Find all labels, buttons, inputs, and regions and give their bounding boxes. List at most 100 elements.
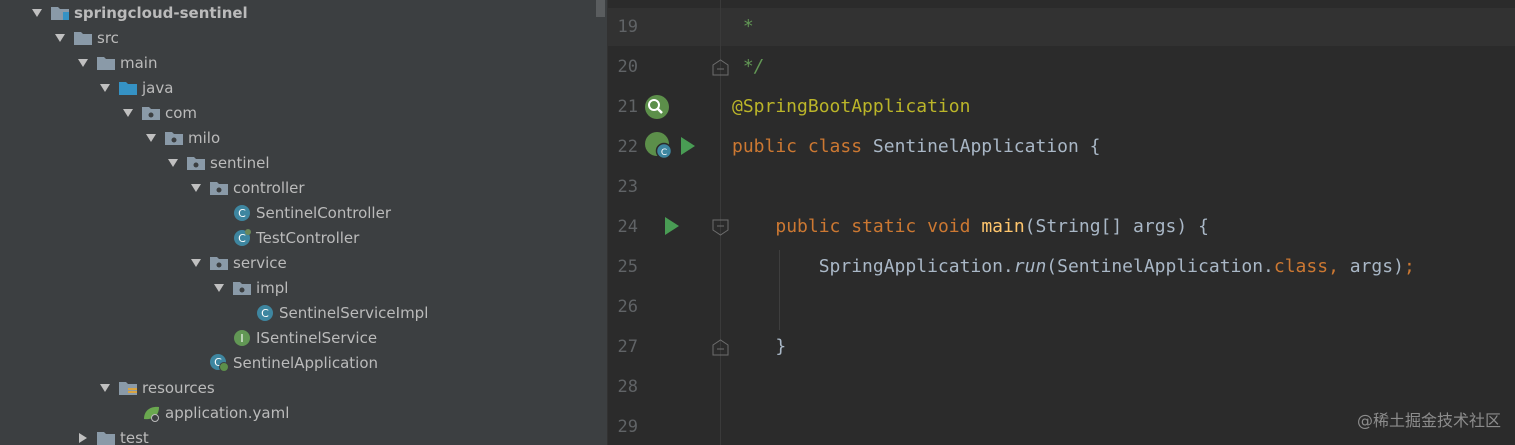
tree-item-com[interactable]: com bbox=[0, 100, 608, 125]
watermark: @稀土掘金技术社区 bbox=[1356, 411, 1501, 430]
line-number: 21 bbox=[617, 97, 638, 117]
keyword-token: class bbox=[807, 136, 863, 157]
ide-window: springcloud-sentinel src main java com m… bbox=[0, 0, 1515, 445]
line-number: 29 bbox=[617, 417, 638, 437]
tree-item-src[interactable]: src bbox=[0, 25, 608, 50]
tree-item-label: sentinel bbox=[210, 153, 270, 172]
svg-text:C: C bbox=[238, 232, 246, 245]
expand-arrow-icon[interactable] bbox=[144, 131, 158, 145]
expand-arrow-icon[interactable] bbox=[166, 156, 180, 170]
code-line-21: @SpringBootApplication bbox=[732, 96, 971, 117]
tree-item-label: com bbox=[165, 103, 198, 122]
package-icon bbox=[209, 254, 229, 272]
tree-item-sentinelapplication[interactable]: C SentinelApplication bbox=[0, 350, 608, 375]
interface-icon: I bbox=[232, 329, 252, 347]
expand-arrow-icon[interactable] bbox=[76, 56, 90, 70]
expand-arrow-icon[interactable] bbox=[53, 31, 67, 45]
tree-item-label: application.yaml bbox=[165, 403, 290, 422]
line-number: 20 bbox=[617, 57, 638, 77]
code-token: SentinelApplication { bbox=[872, 136, 1101, 157]
package-icon bbox=[164, 129, 184, 147]
line-number: 23 bbox=[617, 177, 638, 197]
code-token: args) bbox=[1338, 256, 1404, 277]
keyword-token: class bbox=[1273, 256, 1329, 277]
folder-icon bbox=[96, 429, 116, 445]
fold-marker-icon[interactable] bbox=[712, 59, 729, 76]
tree-item-sentinelcontroller[interactable]: C SentinelController bbox=[0, 200, 608, 225]
line-number: 22 bbox=[617, 137, 638, 157]
class-icon: C bbox=[232, 204, 252, 222]
collapsed-arrow-icon[interactable] bbox=[76, 431, 90, 445]
keyword-token: static bbox=[851, 216, 917, 237]
line-number: 28 bbox=[617, 377, 638, 397]
svg-text:I: I bbox=[240, 332, 243, 345]
tree-item-service[interactable]: service bbox=[0, 250, 608, 275]
run-icon[interactable] bbox=[664, 216, 680, 236]
code-line-22: public class SentinelApplication { bbox=[732, 127, 1100, 167]
tree-item-test[interactable]: test bbox=[0, 425, 608, 445]
code-line-27: } bbox=[732, 327, 786, 367]
code-token: SpringApplication. bbox=[818, 256, 1014, 277]
tree-item-testcontroller[interactable]: C TestController bbox=[0, 225, 608, 250]
tree-scrollbar[interactable] bbox=[596, 0, 605, 17]
keyword-token: public bbox=[732, 136, 798, 157]
semicolon-token: ; bbox=[1403, 256, 1415, 277]
tree-item-milo[interactable]: milo bbox=[0, 125, 608, 150]
tree-item-label: src bbox=[97, 28, 119, 47]
tree-item-springcloud-sentinel[interactable]: springcloud-sentinel bbox=[0, 0, 608, 25]
tree-item-label: test bbox=[120, 428, 149, 445]
spring-boot-bean-icon[interactable]: C bbox=[644, 131, 674, 161]
tree-item-impl[interactable]: impl bbox=[0, 275, 608, 300]
tree-item-label: ISentinelService bbox=[256, 328, 378, 347]
class-icon: C bbox=[232, 228, 252, 247]
expand-arrow-icon[interactable] bbox=[189, 256, 203, 270]
expand-arrow-icon[interactable] bbox=[121, 106, 135, 120]
fold-marker-icon[interactable] bbox=[712, 219, 729, 236]
tree-item-application-yaml[interactable]: application.yaml bbox=[0, 400, 608, 425]
folder-icon bbox=[96, 54, 116, 72]
line-number: 26 bbox=[617, 297, 638, 317]
spring-yaml-icon bbox=[141, 404, 161, 422]
code-token: (SentinelApplication. bbox=[1046, 256, 1274, 277]
code-editor[interactable]: 19 20 21 22 23 24 25 26 27 28 29 C * */ bbox=[608, 0, 1515, 445]
expand-arrow-icon[interactable] bbox=[189, 181, 203, 195]
line-number: 27 bbox=[617, 337, 638, 357]
fold-marker-icon[interactable] bbox=[712, 339, 729, 356]
class-icon: C bbox=[255, 304, 275, 322]
tree-item-label: SentinelController bbox=[256, 203, 391, 222]
package-icon bbox=[232, 279, 252, 297]
line-number: 24 bbox=[617, 217, 638, 237]
code-line-24: public static void main(String[] args) { bbox=[732, 207, 1209, 247]
tree-item-resources[interactable]: resources bbox=[0, 375, 608, 400]
expand-arrow-icon[interactable] bbox=[98, 81, 112, 95]
tree-item-label: main bbox=[120, 53, 158, 72]
package-icon bbox=[141, 104, 161, 122]
package-icon bbox=[209, 179, 229, 197]
tree-item-label: springcloud-sentinel bbox=[74, 3, 248, 22]
spring-boot-class-icon: C bbox=[209, 353, 229, 372]
tree-item-label: impl bbox=[256, 278, 289, 297]
static-method-token: run bbox=[1013, 256, 1047, 277]
resources-folder-icon bbox=[118, 379, 138, 397]
tree-item-sentinelserviceimpl[interactable]: C SentinelServiceImpl bbox=[0, 300, 608, 325]
comma-token: , bbox=[1328, 256, 1339, 277]
tree-item-controller[interactable]: controller bbox=[0, 175, 608, 200]
source-root-folder-icon bbox=[118, 79, 138, 97]
tree-item-sentinel[interactable]: sentinel bbox=[0, 150, 608, 175]
tree-item-label: TestController bbox=[256, 228, 360, 247]
tree-item-main[interactable]: main bbox=[0, 50, 608, 75]
tree-item-label: SentinelApplication bbox=[233, 353, 379, 372]
tree-item-label: SentinelServiceImpl bbox=[279, 303, 429, 322]
line-number: 25 bbox=[617, 257, 638, 277]
expand-arrow-icon[interactable] bbox=[98, 381, 112, 395]
run-icon[interactable] bbox=[680, 136, 696, 156]
tree-item-label: java bbox=[142, 78, 174, 97]
tree-item-label: milo bbox=[188, 128, 221, 147]
project-tree-panel: springcloud-sentinel src main java com m… bbox=[0, 0, 608, 445]
tree-item-java[interactable]: java bbox=[0, 75, 608, 100]
expand-arrow-icon[interactable] bbox=[30, 6, 44, 20]
code-token: } bbox=[775, 336, 787, 357]
tree-item-isentinelservice[interactable]: I ISentinelService bbox=[0, 325, 608, 350]
spring-bean-icon[interactable] bbox=[644, 94, 670, 120]
expand-arrow-icon[interactable] bbox=[212, 281, 226, 295]
